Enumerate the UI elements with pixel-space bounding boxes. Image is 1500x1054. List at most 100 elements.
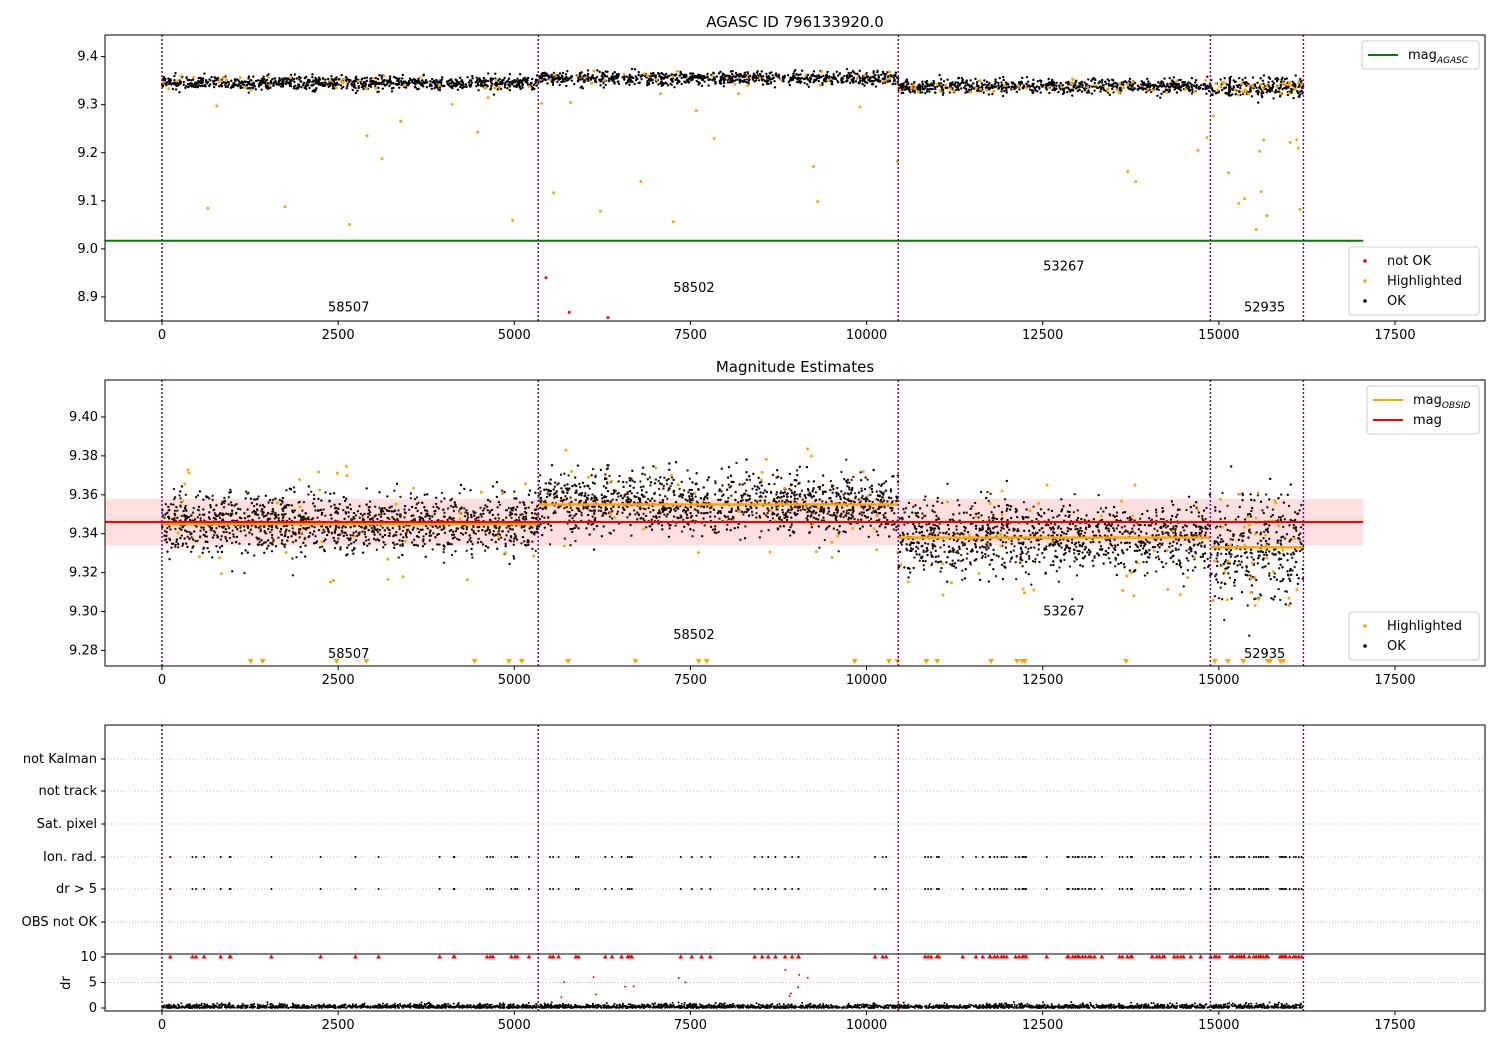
ok-point — [901, 92, 903, 94]
ok-point — [218, 85, 220, 87]
ok-point — [652, 82, 654, 84]
ok-point — [263, 81, 265, 83]
ok-point — [362, 88, 364, 90]
ok-point — [999, 77, 1001, 79]
ok-point — [409, 79, 411, 81]
ok-point — [894, 74, 896, 76]
ok-point — [689, 512, 691, 514]
ok-point — [768, 483, 770, 485]
ok-point — [267, 519, 269, 521]
ok-point — [604, 84, 606, 86]
ok-point — [466, 519, 468, 521]
ok-point — [1101, 79, 1103, 81]
ok-point — [201, 552, 203, 554]
ok-point — [265, 541, 267, 543]
ok-point — [402, 536, 404, 538]
ok-point — [401, 554, 403, 556]
ok-point — [231, 510, 233, 512]
ok-point — [344, 532, 346, 534]
ok-point — [166, 541, 168, 543]
ok-point — [680, 481, 682, 483]
ok-point — [1282, 88, 1284, 90]
highlighted-point — [858, 106, 861, 109]
ok-point — [991, 84, 993, 86]
highlighted-point — [1255, 228, 1258, 231]
ok-point — [335, 510, 337, 512]
ok-point — [195, 496, 197, 498]
ok-point — [469, 489, 471, 491]
ok-point — [1132, 83, 1134, 85]
ok-point — [958, 77, 960, 79]
ok-point — [417, 81, 419, 83]
ok-point — [247, 492, 249, 494]
ok-point — [797, 74, 799, 76]
ok-point — [173, 498, 175, 500]
ok-point — [994, 78, 996, 80]
ok-point — [845, 458, 847, 460]
ok-point — [744, 525, 746, 527]
highlighted-point — [733, 83, 736, 86]
ok-point — [364, 533, 366, 535]
ok-point — [552, 84, 554, 86]
ok-point — [213, 80, 215, 82]
ok-point — [951, 83, 953, 85]
ok-point — [331, 82, 333, 84]
ok-point — [573, 515, 575, 517]
ok-point — [186, 536, 188, 538]
ok-point — [1181, 81, 1183, 83]
ok-point — [202, 498, 204, 500]
ok-point — [482, 513, 484, 515]
ok-point — [934, 86, 936, 88]
ok-point — [695, 472, 697, 474]
ok-point — [587, 80, 589, 82]
ok-point — [821, 500, 823, 502]
ok-point — [858, 70, 860, 72]
ok-point — [496, 481, 498, 483]
ok-point — [921, 85, 923, 87]
ok-point — [642, 513, 644, 515]
ok-point — [308, 535, 310, 537]
ok-point — [245, 81, 247, 83]
ok-point — [871, 80, 873, 82]
legend-label: Highlighted — [1387, 274, 1462, 289]
ok-point — [1255, 90, 1257, 92]
ok-point — [622, 481, 624, 483]
ok-point — [790, 516, 792, 518]
highlighted-point — [524, 482, 527, 485]
ok-point — [471, 556, 473, 558]
ok-point — [694, 496, 696, 498]
ok-point — [843, 75, 845, 77]
ok-point — [203, 72, 205, 74]
highlighted-point — [737, 92, 740, 95]
ok-point — [461, 87, 463, 89]
obsid-label: 52935 — [1244, 300, 1285, 315]
ok-point — [362, 517, 364, 519]
ok-point — [262, 75, 264, 77]
ok-point — [396, 543, 398, 545]
ok-point — [244, 517, 246, 519]
ok-point — [686, 500, 688, 502]
ok-point — [271, 526, 273, 528]
ok-point — [429, 517, 431, 519]
ok-point — [243, 572, 245, 574]
ok-point — [1057, 91, 1059, 93]
highlighted-point — [646, 74, 649, 77]
ok-point — [872, 507, 874, 509]
ok-point — [1173, 86, 1175, 88]
ok-point — [629, 479, 631, 481]
ok-point — [478, 80, 480, 82]
ok-point — [1112, 79, 1114, 81]
ok-point — [177, 546, 179, 548]
ok-point — [616, 81, 618, 83]
ok-point — [188, 538, 190, 540]
legend-subscript: AGASC — [1436, 56, 1469, 66]
ok-point — [221, 545, 223, 547]
ok-point — [400, 533, 402, 535]
ok-point — [815, 491, 817, 493]
ok-point — [264, 515, 266, 517]
out-of-range-marker — [472, 659, 478, 664]
ok-point — [443, 526, 445, 528]
ok-point — [460, 80, 462, 82]
ok-point — [794, 485, 796, 487]
ok-point — [478, 78, 480, 80]
